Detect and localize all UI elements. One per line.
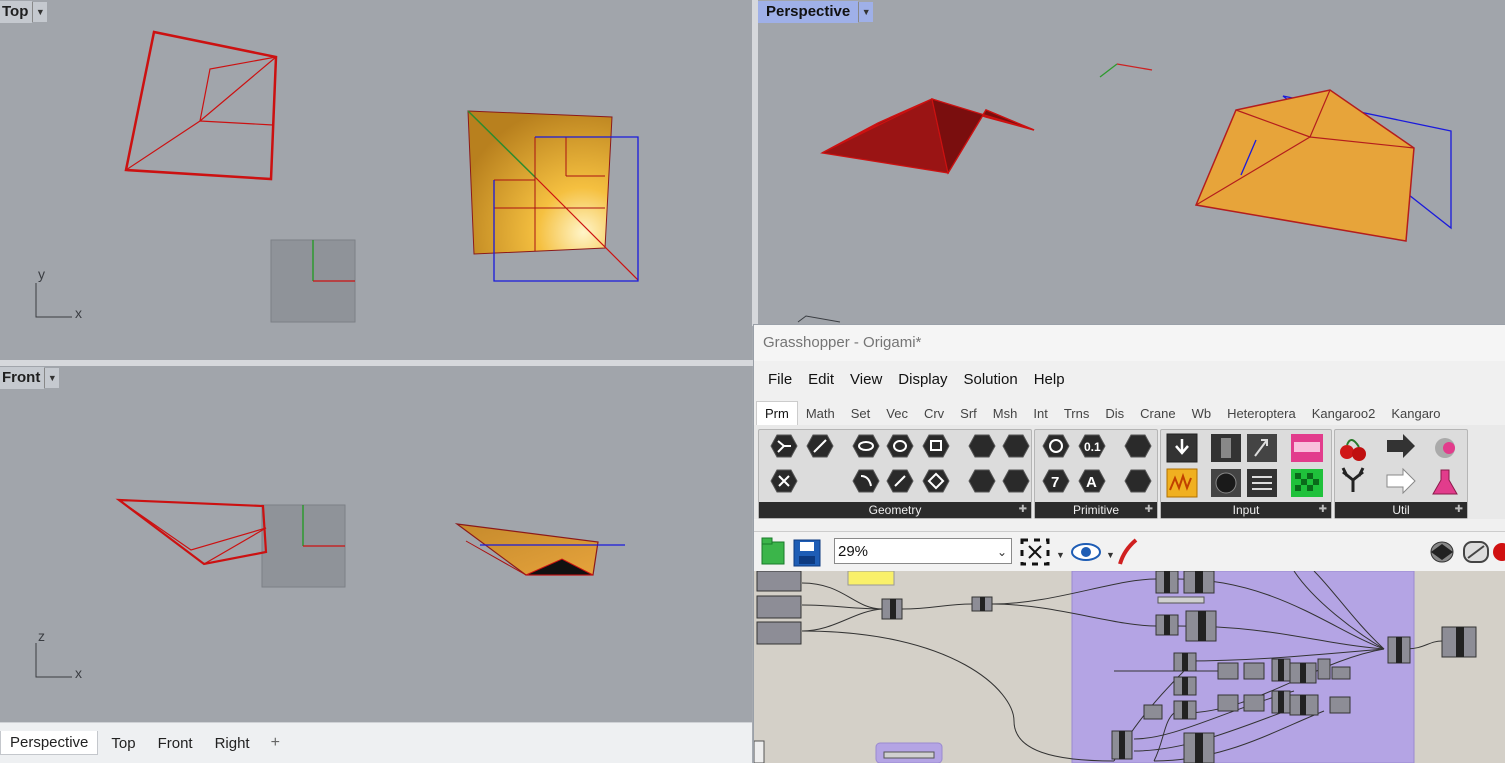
sketch-icon[interactable] bbox=[1118, 538, 1138, 565]
tab-srf[interactable]: Srf bbox=[952, 402, 985, 425]
viewport-tab-bar: Perspective Top Front Right + bbox=[0, 722, 752, 763]
tab-front[interactable]: Front bbox=[149, 732, 202, 755]
open-file-icon[interactable] bbox=[761, 537, 785, 565]
svg-text:▼: ▼ bbox=[1106, 550, 1115, 560]
top-viewport-title: Top ▼ bbox=[0, 0, 48, 24]
panel-primitive: 0.1 7 A Primitive ✚ bbox=[1034, 429, 1158, 519]
viewport-name[interactable]: Front bbox=[0, 367, 45, 389]
tab-int[interactable]: Int bbox=[1025, 402, 1055, 425]
tab-kangaroo[interactable]: Kangaro bbox=[1383, 402, 1448, 425]
wireframe-icon[interactable] bbox=[1463, 541, 1489, 563]
folded-surface-perspective bbox=[1194, 89, 1415, 242]
tab-kangaroo2[interactable]: Kangaroo2 bbox=[1304, 402, 1384, 425]
tab-vec[interactable]: Vec bbox=[878, 402, 916, 425]
tab-dis[interactable]: Dis bbox=[1097, 402, 1132, 425]
menu-view[interactable]: View bbox=[842, 371, 890, 388]
panel-label: Util ✚ bbox=[1335, 502, 1467, 518]
zoom-select[interactable]: 29% ⌄ bbox=[834, 538, 1012, 564]
tab-heteroptera[interactable]: Heteroptera bbox=[1219, 402, 1304, 425]
origami-outline-front bbox=[115, 498, 268, 566]
menu-bar: File Edit View Display Solution Help bbox=[754, 361, 1505, 397]
tab-math[interactable]: Math bbox=[798, 402, 843, 425]
tab-msh[interactable]: Msh bbox=[985, 402, 1026, 425]
axis-z-label: z bbox=[38, 628, 45, 644]
tab-set[interactable]: Set bbox=[843, 402, 879, 425]
axis-widget-front bbox=[35, 643, 72, 678]
chevron-down-icon[interactable]: ▼ bbox=[32, 2, 48, 22]
panel-util: Util ✚ bbox=[1334, 429, 1468, 519]
menu-solution[interactable]: Solution bbox=[955, 371, 1025, 388]
primitive-component-icons[interactable]: 0.1 7 A bbox=[1035, 430, 1157, 502]
panel-label: Geometry ✚ bbox=[759, 502, 1031, 518]
perspective-viewport-title: Perspective ▼ bbox=[758, 0, 874, 24]
tab-trns[interactable]: Trns bbox=[1056, 402, 1098, 425]
front-viewport[interactable]: z x Front ▼ bbox=[0, 366, 752, 722]
menu-edit[interactable]: Edit bbox=[800, 371, 842, 388]
perspective-viewport[interactable]: Perspective ▼ bbox=[758, 0, 1505, 326]
front-viewport-scene bbox=[35, 498, 625, 678]
top-viewport-scene bbox=[35, 30, 639, 323]
svg-text:0.1: 0.1 bbox=[1084, 440, 1101, 454]
chevron-down-icon[interactable]: ▼ bbox=[858, 2, 874, 22]
axis-x-label: x bbox=[75, 665, 82, 681]
view-buttons: ▼ ▼ bbox=[1020, 538, 1138, 566]
eye-icon[interactable]: ▼ bbox=[1071, 543, 1115, 561]
viewport-name[interactable]: Perspective bbox=[758, 1, 859, 23]
tab-top[interactable]: Top bbox=[102, 732, 144, 755]
perspective-viewport-scene bbox=[797, 63, 1452, 323]
component-ribbon: Geometry ✚ 0.1 7 A Primitive ✚ Input ✚ U… bbox=[754, 425, 1505, 519]
svg-text:7: 7 bbox=[1051, 474, 1059, 491]
menu-file[interactable]: File bbox=[760, 371, 800, 388]
svg-text:A: A bbox=[1086, 474, 1097, 491]
svg-text:▼: ▼ bbox=[1056, 550, 1065, 560]
tab-prm[interactable]: Prm bbox=[756, 401, 798, 425]
util-component-icons[interactable] bbox=[1335, 430, 1467, 502]
axis-x-label: x bbox=[75, 305, 82, 321]
grasshopper-window: Grasshopper - Origami* File Edit View Di… bbox=[753, 324, 1505, 763]
node-graph bbox=[754, 571, 1477, 763]
preview-icon[interactable] bbox=[1430, 541, 1454, 563]
node-canvas[interactable] bbox=[754, 571, 1505, 763]
panel-label: Primitive ✚ bbox=[1035, 502, 1157, 518]
canvas-toolbar: 29% ⌄ ▼ ▼ bbox=[754, 531, 1505, 573]
tab-perspective[interactable]: Perspective bbox=[0, 731, 99, 755]
add-tab-icon[interactable]: + bbox=[263, 734, 288, 752]
tab-crane[interactable]: Crane bbox=[1132, 402, 1183, 425]
input-component-icons[interactable] bbox=[1161, 430, 1331, 502]
axis-y-label: y bbox=[38, 266, 45, 282]
save-file-icon[interactable] bbox=[793, 539, 821, 567]
tab-right[interactable]: Right bbox=[206, 732, 259, 755]
file-buttons bbox=[761, 537, 821, 567]
panel-node bbox=[847, 571, 895, 586]
zoom-extents-icon[interactable]: ▼ bbox=[1020, 538, 1065, 566]
menu-display[interactable]: Display bbox=[890, 371, 955, 388]
panel-label: Input ✚ bbox=[1161, 502, 1331, 518]
front-viewport-title: Front ▼ bbox=[0, 366, 60, 390]
viewport-name[interactable]: Top bbox=[0, 1, 33, 23]
axis-widget-top bbox=[35, 283, 72, 318]
origami-outline-top bbox=[124, 30, 278, 181]
top-viewport[interactable]: y x Top ▼ bbox=[0, 0, 752, 360]
shaded-preview-icon[interactable] bbox=[1493, 543, 1505, 561]
window-title: Grasshopper - Origami* bbox=[754, 325, 1505, 361]
chevron-down-icon[interactable]: ▼ bbox=[44, 368, 60, 388]
tab-wb[interactable]: Wb bbox=[1184, 402, 1220, 425]
tab-crv[interactable]: Crv bbox=[916, 402, 952, 425]
panel-input: Input ✚ bbox=[1160, 429, 1332, 519]
menu-help[interactable]: Help bbox=[1026, 371, 1073, 388]
panel-geometry: Geometry ✚ bbox=[758, 429, 1032, 519]
component-tabs: Prm Math Set Vec Crv Srf Msh Int Trns Di… bbox=[754, 397, 1505, 426]
geometry-component-icons[interactable] bbox=[759, 430, 1031, 502]
display-buttons bbox=[1430, 541, 1505, 563]
